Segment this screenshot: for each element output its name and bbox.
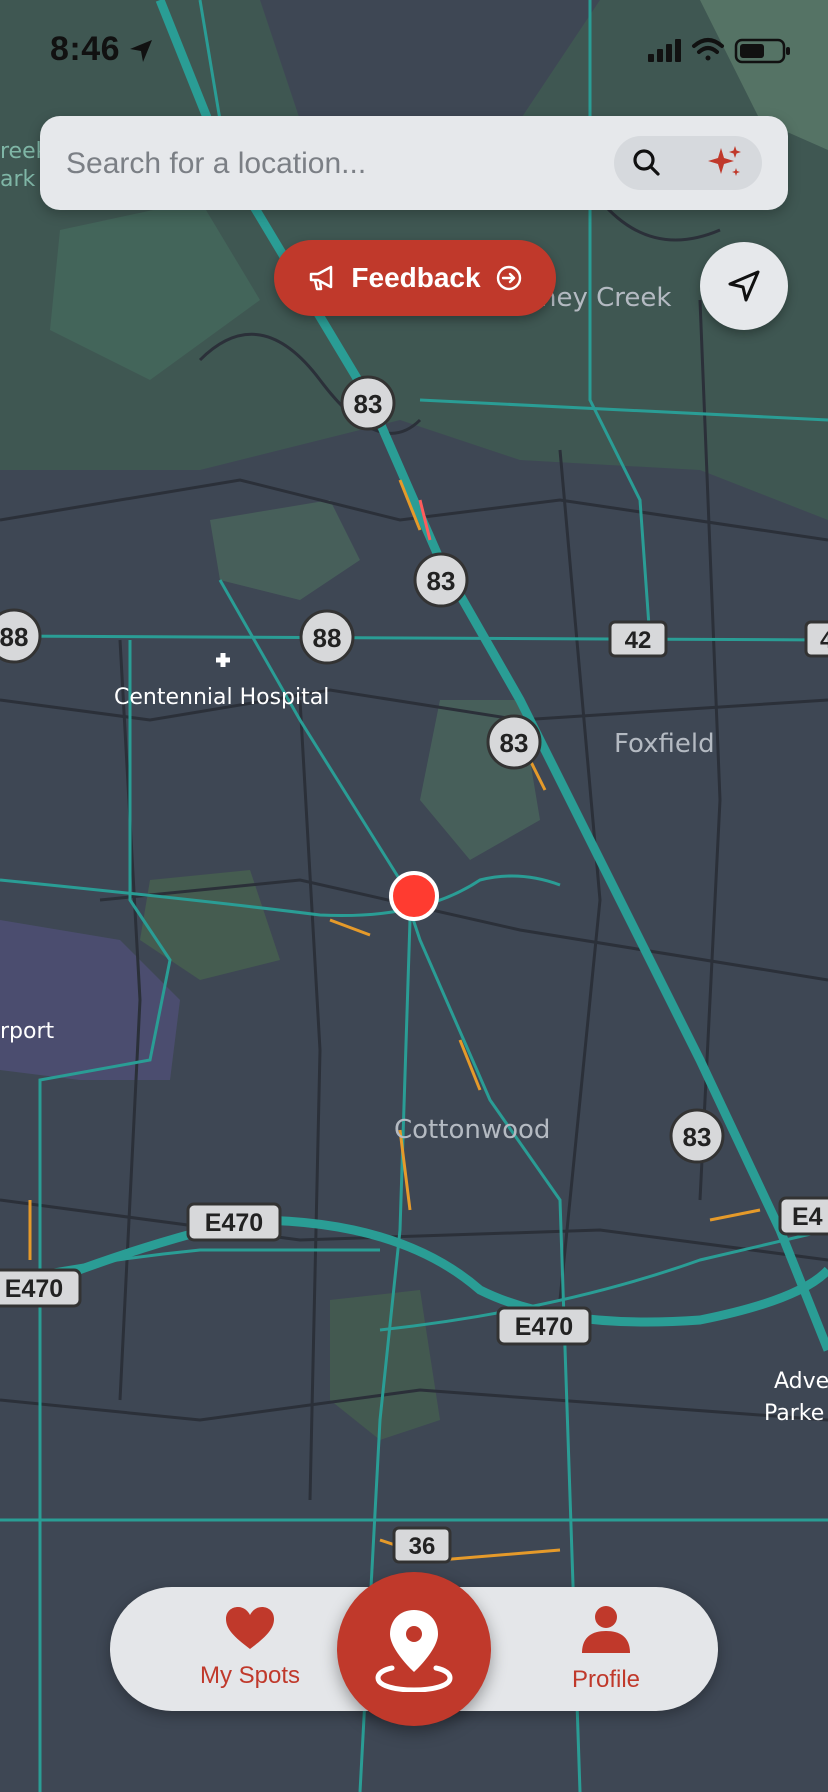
interstate-shield: E470 [0, 1268, 82, 1308]
place-label: rport [0, 1019, 55, 1044]
feedback-label: Feedback [351, 262, 481, 293]
svg-text:83: 83 [500, 728, 529, 758]
nav-profile-label: Profile [571, 1666, 641, 1693]
add-spot-button[interactable] [337, 1572, 491, 1726]
nav-my-spots-label: My Spots [199, 1662, 301, 1689]
route-shield: 83 [486, 714, 542, 770]
route-shield: 88 [0, 608, 42, 664]
interstate-shield: E470 [186, 1202, 282, 1242]
svg-text:E470: E470 [515, 1313, 573, 1341]
megaphone-icon [310, 265, 333, 291]
route-shield: 42 [608, 620, 668, 658]
route-shield: 4 [804, 620, 828, 658]
status-bar: 8:46 [0, 0, 828, 100]
route-shield: 36 [392, 1526, 452, 1564]
feedback-button[interactable]: Feedback [274, 240, 556, 316]
location-arrow-icon [130, 40, 152, 62]
interstate-shield: E4 [778, 1196, 828, 1236]
svg-text:83: 83 [683, 1122, 712, 1152]
interstate-shield: E470 [496, 1306, 592, 1346]
svg-text:42: 42 [625, 627, 652, 654]
place-label: ark [0, 167, 36, 192]
wifi-icon [692, 38, 724, 61]
nav-profile[interactable]: Profile [526, 1605, 686, 1701]
svg-text:E4: E4 [792, 1203, 823, 1231]
svg-text:4: 4 [820, 627, 828, 654]
arrow-circle-right-icon [496, 265, 521, 291]
place-label: Foxfield [614, 729, 715, 759]
svg-text:E470: E470 [205, 1209, 263, 1237]
person-icon [582, 1606, 630, 1653]
battery-icon [734, 38, 790, 64]
navigation-arrow-icon [728, 270, 760, 302]
svg-text:83: 83 [354, 389, 383, 419]
place-label: Centennial Hospital [114, 685, 329, 710]
status-time: 8:46 [50, 30, 121, 68]
place-label: ney Creek [540, 283, 671, 313]
search-input[interactable] [64, 116, 668, 212]
signal-icon [648, 39, 681, 62]
svg-text:36: 36 [409, 1533, 436, 1560]
route-shield: 83 [340, 375, 396, 431]
location-marker[interactable] [389, 871, 439, 921]
svg-text:88: 88 [0, 622, 28, 652]
route-shield: 83 [669, 1108, 725, 1164]
search-actions [614, 136, 762, 190]
heart-icon [226, 1607, 274, 1649]
route-shield: 88 [299, 609, 355, 665]
svg-text:E470: E470 [5, 1275, 63, 1303]
place-label: Adve [774, 1369, 828, 1394]
svg-text:88: 88 [313, 623, 342, 653]
nav-my-spots[interactable]: My Spots [170, 1605, 330, 1701]
sparkle-icon[interactable] [706, 144, 744, 182]
place-label: Cottonwood [394, 1115, 550, 1145]
map-pin-icon [375, 1610, 453, 1692]
status-icons [648, 38, 790, 64]
place-label: Parke [764, 1401, 824, 1426]
svg-text:83: 83 [427, 566, 456, 596]
search-icon[interactable] [630, 146, 662, 178]
route-shield: 83 [413, 552, 469, 608]
locate-me-button[interactable] [700, 242, 788, 330]
search-bar [40, 116, 788, 212]
